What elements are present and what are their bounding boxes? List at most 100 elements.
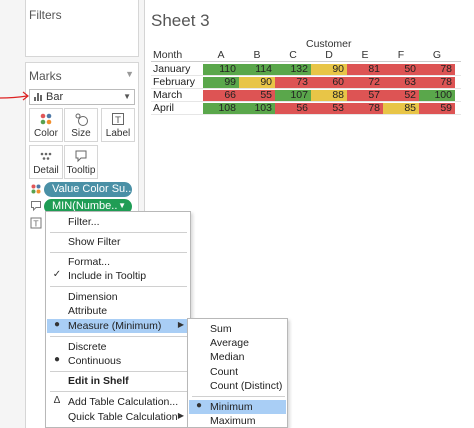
menu-divider xyxy=(192,396,285,397)
table-cell[interactable]: 107 xyxy=(275,89,311,101)
menu-check xyxy=(51,215,63,229)
cell-value: 63 xyxy=(404,76,416,88)
submenu-item-sum[interactable]: Sum xyxy=(189,322,286,336)
submenu-item-label: Count xyxy=(210,366,239,378)
cell-value: 72 xyxy=(368,76,380,88)
menu-divider xyxy=(50,252,187,253)
table-cell[interactable]: 50 xyxy=(383,63,419,75)
menu-item-discrete[interactable]: Discrete xyxy=(47,340,190,354)
menu-item-show-filter[interactable]: Show Filter xyxy=(47,235,190,249)
mark-type-label: Bar xyxy=(46,91,64,103)
label-button[interactable]: T Label xyxy=(101,108,135,142)
table-cell[interactable]: 132 xyxy=(275,63,311,75)
chevron-down-icon[interactable]: ▼ xyxy=(125,69,134,79)
cell-value: 73 xyxy=(296,76,308,88)
menu-item-label: Add Table Calculation... xyxy=(68,396,179,408)
cell-value: 53 xyxy=(332,102,344,114)
submenu-item-label: Sum xyxy=(210,323,232,335)
table-cell[interactable]: 53 xyxy=(311,102,347,114)
aggregation-submenu: Sum Average Median Count Count (Distinct… xyxy=(187,318,288,428)
table-cell[interactable]: 78 xyxy=(419,63,455,75)
tooltip-icon xyxy=(30,200,42,212)
submenu-item-count[interactable]: Count xyxy=(189,365,286,379)
cell-value: 85 xyxy=(404,102,416,114)
submenu-item-maximum[interactable]: Maximum xyxy=(189,414,286,428)
mark-type-dropdown[interactable]: Bar ▼ xyxy=(29,89,135,105)
table-cell[interactable]: 85 xyxy=(383,102,419,114)
menu-item-label: Quick Table Calculation xyxy=(68,411,178,423)
menu-check xyxy=(51,374,63,388)
table-cell[interactable]: 56 xyxy=(275,102,311,114)
table-cell[interactable]: 81 xyxy=(347,63,383,75)
column-header: B xyxy=(253,49,261,61)
table-row: February 99 90 73 60 72 63 78 xyxy=(151,76,461,89)
table-cell[interactable]: 90 xyxy=(239,76,275,88)
table-cell[interactable]: 90 xyxy=(311,63,347,75)
cell-value: 103 xyxy=(254,102,272,114)
menu-check xyxy=(51,235,63,249)
submenu-item-label: Median xyxy=(210,351,245,363)
size-button[interactable]: Size xyxy=(64,108,98,142)
menu-item-continuous[interactable]: ● Continuous xyxy=(47,354,190,368)
submenu-item-minimum[interactable]: ● Minimum xyxy=(189,400,286,414)
submenu-item-average[interactable]: Average xyxy=(189,336,286,350)
table-cell[interactable]: 110 xyxy=(203,63,239,75)
menu-item-include-in-tooltip[interactable]: ✓ Include in Tooltip xyxy=(47,269,190,283)
table-cell[interactable]: 78 xyxy=(347,102,383,114)
tooltip-icon xyxy=(65,149,97,163)
detail-button[interactable]: Detail xyxy=(29,145,63,179)
filters-card[interactable]: Filters xyxy=(25,0,139,57)
value-color-pill[interactable]: Value Color Su.. xyxy=(44,182,132,197)
label-button-label: Label xyxy=(105,128,131,139)
menu-item-add-table-calculation[interactable]: Δ Add Table Calculation... xyxy=(47,395,190,409)
table-cell[interactable]: 52 xyxy=(383,89,419,101)
cell-value: 78 xyxy=(368,102,380,114)
table-cell[interactable]: 103 xyxy=(239,102,275,114)
cell-value: 52 xyxy=(404,89,416,101)
table-cell[interactable]: 57 xyxy=(347,89,383,101)
color-button[interactable]: Color xyxy=(29,108,63,142)
table-cell[interactable]: 108 xyxy=(203,102,239,114)
menu-item-dimension[interactable]: Dimension xyxy=(47,290,190,304)
table-cell[interactable]: 55 xyxy=(239,89,275,101)
row-label: February xyxy=(153,76,196,88)
sheet-title: Sheet 3 xyxy=(151,11,210,30)
table-row: March 66 55 107 88 57 52 100 xyxy=(151,89,461,102)
column-headers: Month A B C D E F G xyxy=(151,49,461,62)
cell-value: 107 xyxy=(290,89,308,101)
detail-icon xyxy=(30,149,62,163)
table-cell[interactable]: 60 xyxy=(311,76,347,88)
tooltip-button[interactable]: Tooltip xyxy=(64,145,98,179)
menu-item-attribute[interactable]: Attribute xyxy=(47,304,190,318)
table-cell[interactable]: 73 xyxy=(275,76,311,88)
menu-item-edit-in-shelf[interactable]: Edit in Shelf xyxy=(47,374,190,388)
cell-value: 56 xyxy=(296,102,308,114)
menu-item-measure-minimum[interactable]: ● Measure (Minimum) ▶ xyxy=(47,319,190,333)
row-label: January xyxy=(153,63,191,75)
menu-check xyxy=(51,340,63,354)
menu-item-filter[interactable]: Filter... xyxy=(47,215,190,229)
table-cell[interactable]: 72 xyxy=(347,76,383,88)
table-cell[interactable]: 63 xyxy=(383,76,419,88)
cell-value: 78 xyxy=(440,76,452,88)
chevron-down-icon: ▼ xyxy=(118,201,126,210)
submenu-item-count-distinct[interactable]: Count (Distinct) xyxy=(189,379,286,393)
table-cell[interactable]: 100 xyxy=(419,89,455,101)
menu-item-quick-table-calculation[interactable]: Quick Table Calculation ▶ xyxy=(47,410,190,424)
submenu-item-label: Minimum xyxy=(210,401,253,413)
svg-text:T: T xyxy=(114,116,121,126)
radio-dot-icon: ● xyxy=(195,400,203,411)
table-cell[interactable]: 114 xyxy=(239,63,275,75)
submenu-item-median[interactable]: Median xyxy=(189,350,286,364)
menu-item-label: Discrete xyxy=(68,341,107,353)
table-cell[interactable]: 99 xyxy=(203,76,239,88)
table-cell[interactable]: 66 xyxy=(203,89,239,101)
table-cell[interactable]: 78 xyxy=(419,76,455,88)
cell-value: 114 xyxy=(255,63,272,75)
table-cell[interactable]: 88 xyxy=(311,89,347,101)
red-arrow-icon xyxy=(0,91,29,101)
menu-item-format[interactable]: Format... xyxy=(47,255,190,269)
filters-title: Filters xyxy=(29,8,62,22)
color-dots-icon xyxy=(30,183,42,195)
table-cell[interactable]: 59 xyxy=(419,102,455,114)
